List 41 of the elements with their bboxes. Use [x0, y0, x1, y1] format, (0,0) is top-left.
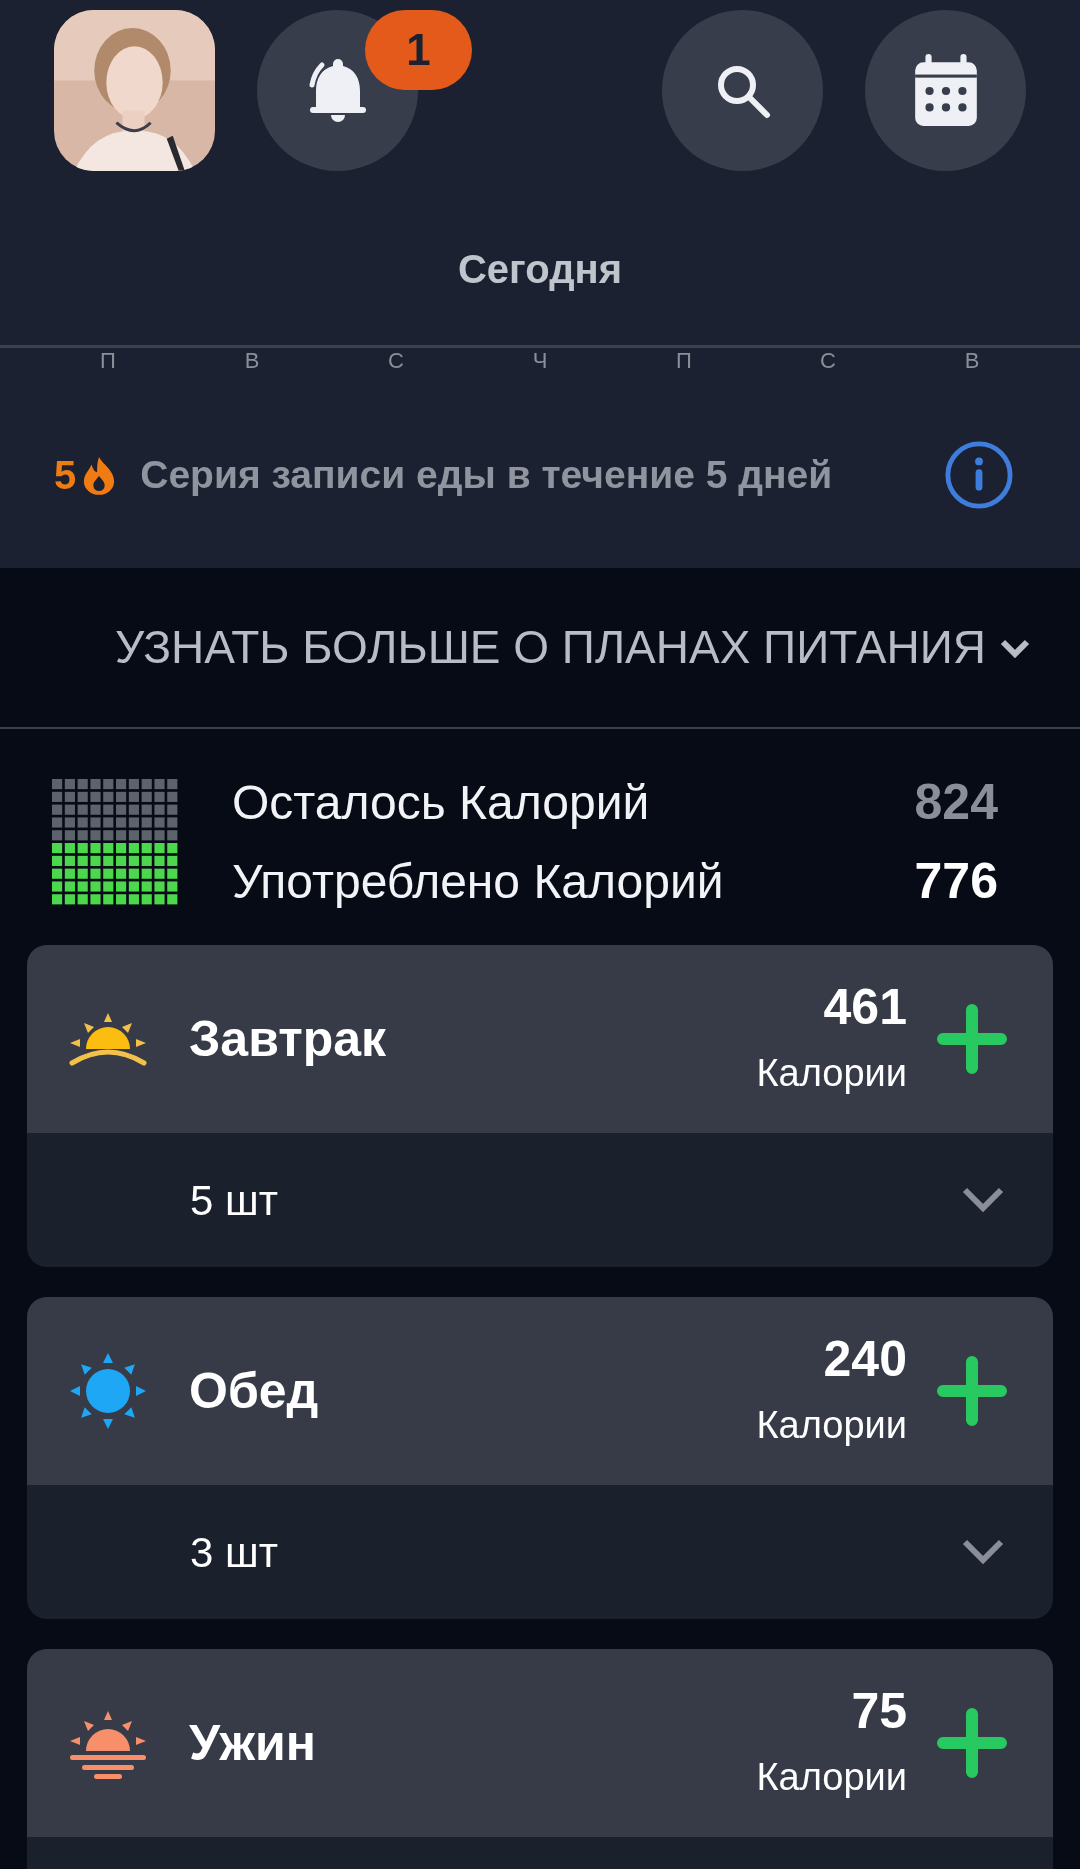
meal-calories: 75: [851, 1682, 907, 1742]
meal-item-count: 5 шт: [190, 1175, 278, 1226]
streak-count: 5: [54, 452, 77, 499]
info-icon[interactable]: [944, 440, 1014, 510]
weekday-label[interactable]: В: [244, 350, 260, 372]
flame-icon: [82, 455, 117, 495]
chevron-down-icon[interactable]: [961, 1538, 1005, 1566]
add-food-button[interactable]: [937, 1356, 1007, 1426]
calorie-value: 824: [914, 773, 998, 832]
meal-title: Ужин: [189, 1713, 316, 1773]
chevron-down-icon[interactable]: [961, 1186, 1005, 1214]
chevron-down-icon: [1000, 637, 1030, 658]
meal-calories-unit: Калории: [756, 1050, 907, 1096]
add-food-button[interactable]: [937, 1004, 1007, 1074]
meal-title: Завтрак: [189, 1009, 387, 1069]
calorie-label: Употреблено Калорий: [232, 853, 724, 910]
plus-icon: [937, 1708, 1007, 1778]
plus-icon: [937, 1356, 1007, 1426]
weekday-label[interactable]: С: [388, 350, 404, 372]
meal-calories-unit: Калории: [756, 1402, 907, 1448]
day-title: Сегодня: [457, 246, 623, 293]
notification-badge: 1: [365, 10, 472, 90]
calorie-value: 776: [914, 852, 998, 911]
meal-calories: 240: [823, 1330, 907, 1390]
meal-item-count: 3 шт: [190, 1527, 278, 1578]
calorie-grid-icon: [52, 779, 178, 905]
plus-icon: [937, 1004, 1007, 1074]
streak-text: Серия записи еды в течение 5 дней: [140, 451, 833, 498]
weekday-label[interactable]: В: [964, 350, 980, 372]
calendar-icon: [912, 53, 979, 128]
meal-title: Обед: [189, 1361, 319, 1421]
calorie-label: Осталось Калорий: [232, 774, 650, 831]
meal-calories-unit: Калории: [756, 1754, 907, 1800]
add-food-button[interactable]: [937, 1708, 1007, 1778]
weekday-label[interactable]: С: [820, 350, 836, 372]
weekday-label[interactable]: П: [676, 350, 692, 372]
meal-plans-link[interactable]: УЗНАТЬ БОЛЬШЕ О ПЛАНАХ ПИТАНИЯ: [114, 613, 1030, 682]
meal-calories: 461: [823, 978, 907, 1038]
sun-icon: [68, 1351, 148, 1431]
weekday-label[interactable]: Ч: [532, 350, 548, 372]
weekday-label[interactable]: П: [100, 350, 116, 372]
